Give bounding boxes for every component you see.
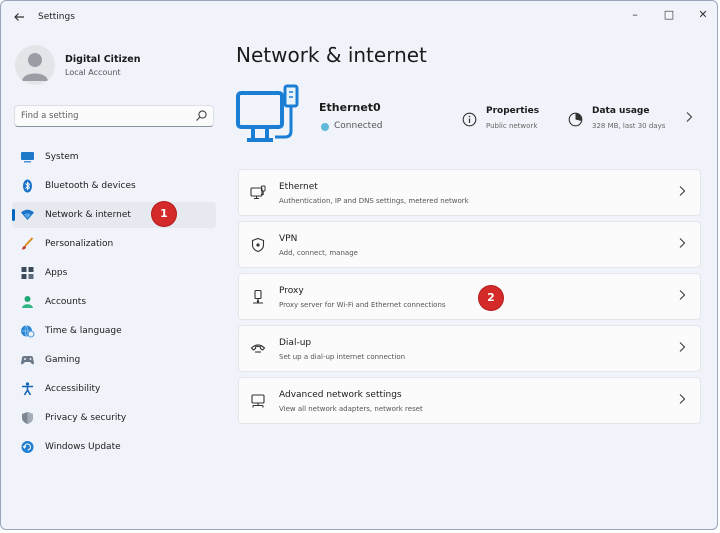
connection-status: Connected bbox=[334, 121, 383, 131]
data-usage-subtitle: 328 MB, last 30 days bbox=[592, 122, 666, 130]
gamepad-icon bbox=[21, 356, 34, 365]
card-subtitle: Set up a dial-up internet connection bbox=[279, 353, 406, 361]
card-subtitle: Add, connect, manage bbox=[279, 249, 358, 257]
properties-title: Properties bbox=[486, 106, 540, 116]
system-icon bbox=[21, 152, 34, 163]
sidebar-item-windows-update[interactable]: Windows Update bbox=[12, 434, 216, 460]
data-usage-link[interactable]: Data usage 328 MB, last 30 days bbox=[568, 105, 683, 135]
search-icon[interactable] bbox=[195, 109, 208, 122]
globe-clock-icon bbox=[21, 325, 35, 338]
accounts-icon bbox=[22, 296, 33, 308]
connection-name: Ethernet0 bbox=[319, 101, 381, 114]
sidebar-item-label: Privacy & security bbox=[45, 413, 127, 423]
card-title: Proxy bbox=[279, 286, 304, 296]
window-title: Settings bbox=[38, 12, 75, 22]
page-title: Network & internet bbox=[236, 43, 427, 67]
sidebar-item-bluetooth[interactable]: Bluetooth & devices bbox=[12, 173, 216, 199]
connection-status-dot bbox=[321, 123, 329, 131]
sidebar-item-label: Windows Update bbox=[45, 442, 121, 452]
avatar bbox=[15, 45, 55, 85]
chevron-right-icon bbox=[679, 394, 686, 404]
shield-icon bbox=[22, 412, 33, 424]
sidebar-item-accounts[interactable]: Accounts bbox=[12, 289, 216, 315]
user-avatar-icon bbox=[22, 53, 48, 81]
dialup-card[interactable]: Dial-up Set up a dial-up internet connec… bbox=[238, 325, 701, 372]
sidebar-item-label: Apps bbox=[45, 268, 68, 278]
network-monitor-icon bbox=[251, 394, 265, 408]
sidebar-item-accessibility[interactable]: Accessibility bbox=[12, 376, 216, 402]
sidebar-item-label: Gaming bbox=[45, 355, 81, 365]
info-icon bbox=[462, 112, 477, 127]
profile-name: Digital Citizen bbox=[65, 54, 141, 65]
properties-link[interactable]: Properties Public network bbox=[462, 105, 562, 135]
card-subtitle: Proxy server for Wi-Fi and Ethernet conn… bbox=[279, 301, 446, 309]
title-bar: Settings – □ ✕ bbox=[1, 1, 717, 35]
back-button[interactable] bbox=[11, 11, 27, 25]
wifi-icon bbox=[21, 209, 34, 220]
card-title: Dial-up bbox=[279, 338, 312, 348]
sidebar-item-privacy-security[interactable]: Privacy & security bbox=[12, 405, 216, 431]
ethernet-computer-icon bbox=[236, 84, 299, 142]
advanced-network-settings-card[interactable]: Advanced network settings View all netwo… bbox=[238, 377, 701, 424]
update-icon bbox=[21, 441, 34, 453]
maximize-button[interactable]: □ bbox=[655, 7, 683, 23]
bluetooth-icon bbox=[23, 179, 32, 193]
sidebar-item-label: Time & language bbox=[45, 326, 122, 336]
sidebar-nav: System Bluetooth & devices Network & int… bbox=[12, 144, 216, 463]
data-usage-title: Data usage bbox=[592, 106, 650, 116]
chevron-right-icon bbox=[679, 238, 686, 248]
ethernet-card[interactable]: Ethernet Authentication, IP and DNS sett… bbox=[238, 169, 701, 216]
vpn-shield-icon bbox=[251, 237, 265, 253]
dialup-icon bbox=[250, 344, 266, 353]
chevron-right-icon[interactable] bbox=[685, 111, 693, 123]
brush-icon bbox=[22, 237, 34, 250]
settings-window: Settings – □ ✕ Digital Citizen Local Acc… bbox=[0, 0, 718, 530]
sidebar-item-label: Personalization bbox=[45, 239, 114, 249]
sidebar-item-label: Bluetooth & devices bbox=[45, 181, 136, 191]
sidebar-item-label: Accounts bbox=[45, 297, 87, 307]
user-profile[interactable]: Digital Citizen Local Account bbox=[15, 45, 215, 87]
minimize-button[interactable]: – bbox=[621, 7, 649, 23]
properties-subtitle: Public network bbox=[486, 122, 538, 130]
sidebar-item-apps[interactable]: Apps bbox=[12, 260, 216, 286]
proxy-card[interactable]: Proxy Proxy server for Wi-Fi and Etherne… bbox=[238, 273, 701, 320]
sidebar-item-label: System bbox=[45, 152, 79, 162]
apps-icon bbox=[21, 267, 34, 279]
card-title: Advanced network settings bbox=[279, 390, 402, 400]
sidebar-item-time-language[interactable]: Time & language bbox=[12, 318, 216, 344]
card-title: Ethernet bbox=[279, 182, 318, 192]
sidebar-item-personalization[interactable]: Personalization bbox=[12, 231, 216, 257]
vpn-card[interactable]: VPN Add, connect, manage bbox=[238, 221, 701, 268]
chevron-right-icon bbox=[679, 290, 686, 300]
ethernet-icon bbox=[250, 185, 266, 200]
card-subtitle: View all network adapters, network reset bbox=[279, 405, 423, 413]
card-title: VPN bbox=[279, 234, 298, 244]
accessibility-icon bbox=[22, 382, 33, 396]
sidebar-item-gaming[interactable]: Gaming bbox=[12, 347, 216, 373]
search-input[interactable] bbox=[21, 109, 191, 123]
sidebar-item-network[interactable]: Network & internet bbox=[12, 202, 216, 228]
data-usage-icon bbox=[568, 112, 583, 127]
profile-account-type: Local Account bbox=[65, 68, 121, 77]
sidebar-item-system[interactable]: System bbox=[12, 144, 216, 170]
sidebar-item-label: Network & internet bbox=[45, 210, 131, 220]
card-subtitle: Authentication, IP and DNS settings, met… bbox=[279, 197, 469, 205]
chevron-right-icon bbox=[679, 186, 686, 196]
close-button[interactable]: ✕ bbox=[689, 7, 717, 23]
back-arrow-icon bbox=[14, 13, 24, 21]
chevron-right-icon bbox=[679, 342, 686, 352]
proxy-icon bbox=[253, 289, 263, 304]
sidebar-item-label: Accessibility bbox=[45, 384, 101, 394]
annotation-badge-1: 1 bbox=[152, 202, 176, 226]
search-box bbox=[14, 105, 214, 127]
annotation-badge-2: 2 bbox=[479, 286, 503, 310]
